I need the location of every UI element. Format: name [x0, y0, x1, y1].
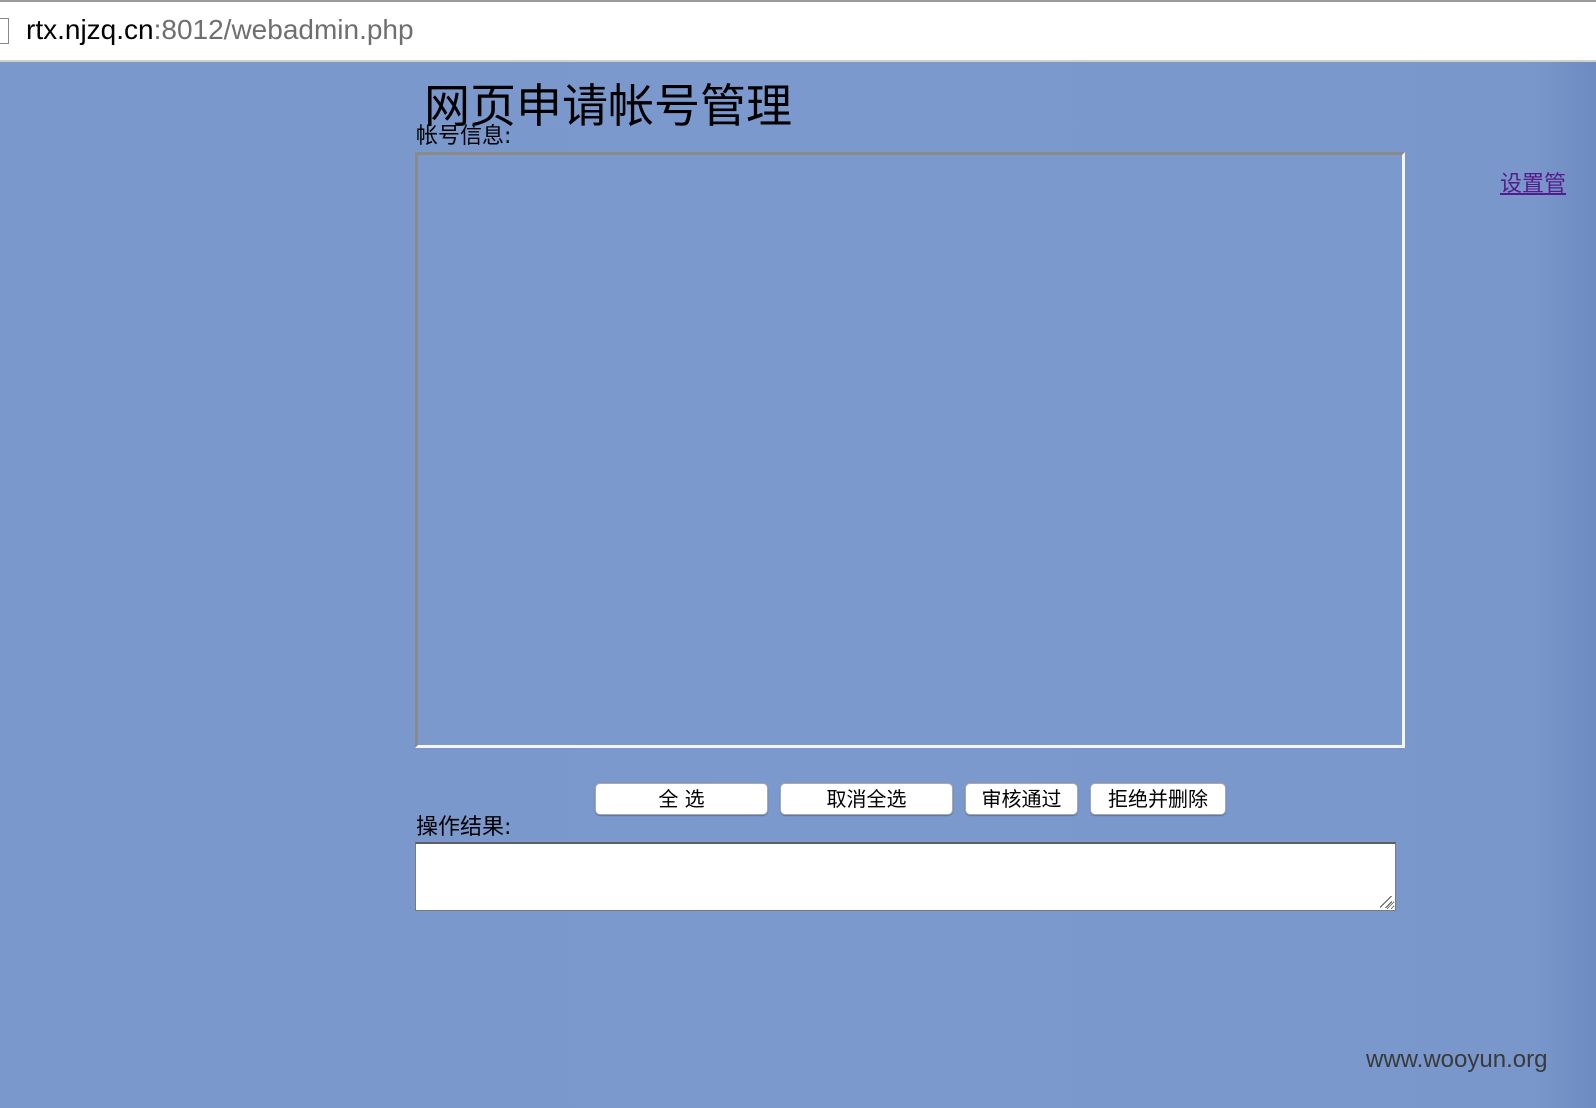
account-info-label: 帐号信息:: [416, 124, 512, 149]
page-document-icon: [0, 18, 9, 44]
url-path: :8012/webadmin.php: [153, 14, 414, 45]
settings-admin-link[interactable]: 设置管: [1500, 172, 1566, 198]
select-all-button[interactable]: 全 选: [595, 783, 768, 815]
url-host: rtx.njzq.cn: [26, 14, 154, 45]
url-text[interactable]: rtx.njzq.cn:8012/webadmin.php: [26, 14, 414, 46]
operation-result-label: 操作结果:: [416, 815, 512, 840]
deselect-all-button[interactable]: 取消全选: [780, 783, 953, 815]
reject-delete-button[interactable]: 拒绝并删除: [1090, 783, 1226, 815]
watermark: www.wooyun.org: [1366, 1046, 1548, 1073]
page-content: 网页申请帐号管理 帐号信息: 设置管 全 选 取消全选 审核通过 拒绝并删除 操…: [0, 62, 1596, 1108]
account-info-frame[interactable]: [415, 152, 1405, 748]
address-bar[interactable]: rtx.njzq.cn:8012/webadmin.php: [0, 0, 1596, 62]
operation-result-textarea[interactable]: [415, 842, 1396, 911]
approve-button[interactable]: 审核通过: [965, 783, 1078, 815]
